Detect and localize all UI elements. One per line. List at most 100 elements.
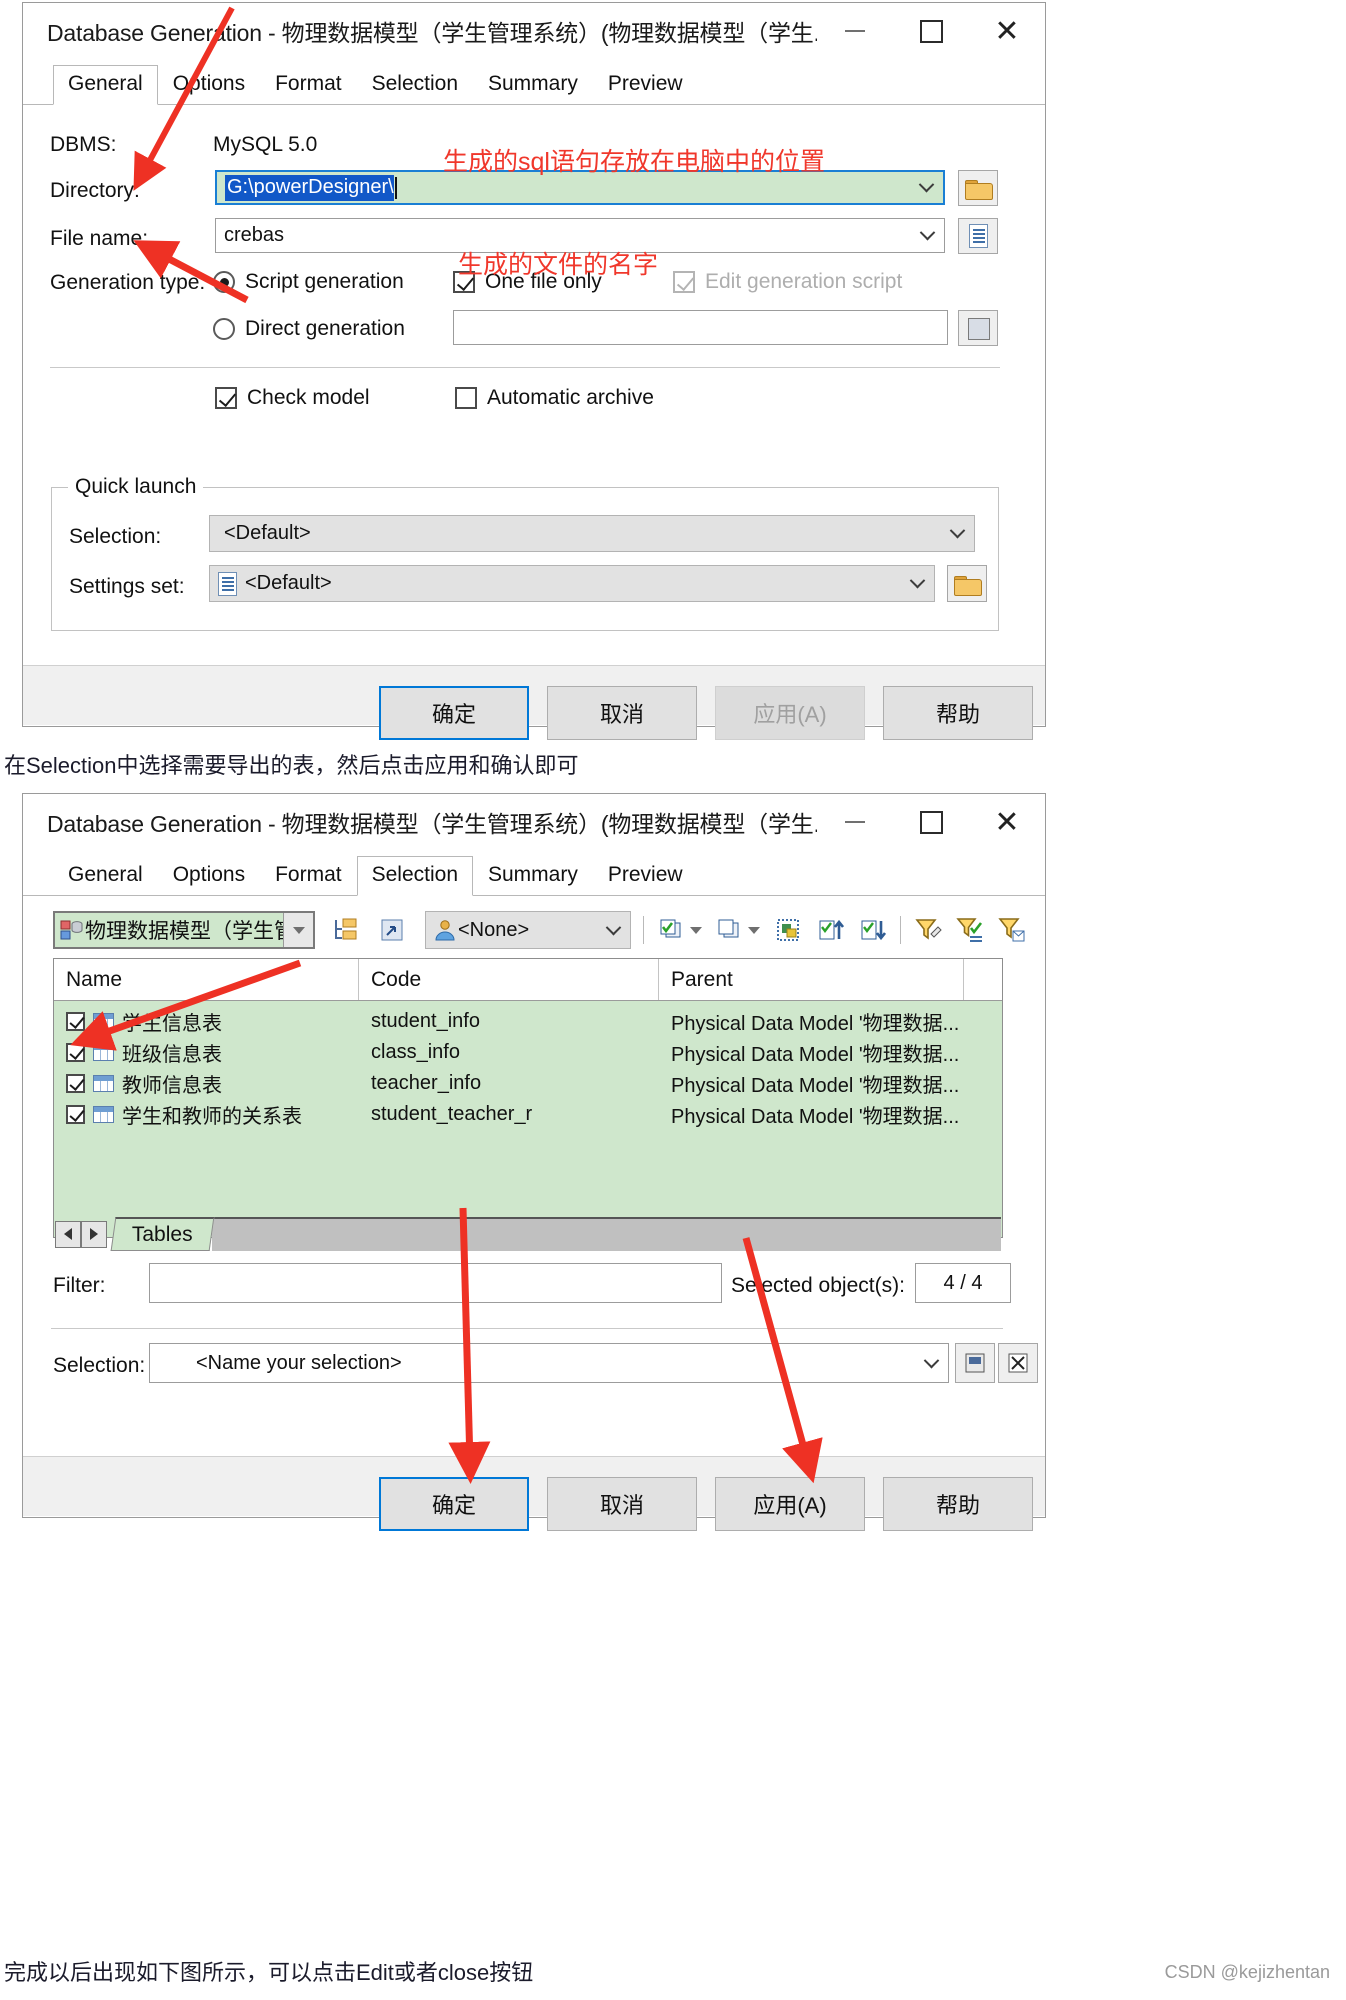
script-generation-radio-row[interactable]: Script generation <box>213 270 404 294</box>
minimize-button[interactable] <box>817 794 893 850</box>
model-combo[interactable]: 物理数据模型（学生管 <box>53 911 315 949</box>
filter-label: Filter: <box>53 1274 106 1297</box>
deselect-all-dropdown-icon[interactable] <box>744 915 764 945</box>
row-code-cell: student_info <box>371 1010 480 1032</box>
row-name: 学生信息表 <box>122 1013 222 1035</box>
cancel-button[interactable]: 取消 <box>547 1477 697 1531</box>
apply-filter-icon[interactable] <box>955 915 985 945</box>
row-checkbox[interactable] <box>66 1074 85 1093</box>
ok-button[interactable]: 确定 <box>379 1477 529 1531</box>
settings-set-icon <box>218 571 237 596</box>
grid-column-name[interactable]: Name <box>54 959 359 1000</box>
divider-1 <box>50 367 1000 368</box>
filename-dropdown-icon[interactable] <box>910 219 944 252</box>
direct-generation-radio-row[interactable]: Direct generation <box>213 317 405 341</box>
selection-name-combo[interactable]: <Name your selection> <box>149 1343 949 1383</box>
script-generation-radio[interactable] <box>213 271 235 293</box>
model-tree-view-icon[interactable] <box>331 915 361 945</box>
tab-summary[interactable]: Summary <box>473 856 593 896</box>
tab-format[interactable]: Format <box>260 856 357 896</box>
quick-launch-selection-value: <Default> <box>224 522 311 544</box>
maximize-button[interactable] <box>893 794 969 850</box>
selection-name-label: Selection: <box>53 1354 146 1377</box>
delete-selection-button[interactable] <box>998 1343 1038 1383</box>
row-checkbox[interactable] <box>66 1043 85 1062</box>
sheet-tab-tables[interactable]: Tables <box>110 1217 215 1251</box>
sheet-prev-button[interactable] <box>55 1220 81 1248</box>
browse-directory-button[interactable] <box>958 170 998 206</box>
automatic-archive-checkbox[interactable] <box>455 387 477 409</box>
user-icon <box>432 915 458 945</box>
ok-button[interactable]: 确定 <box>379 686 529 740</box>
quick-launch-group: Quick launch <box>51 475 999 631</box>
directory-dropdown-icon[interactable] <box>909 172 943 203</box>
help-button[interactable]: 帮助 <box>883 686 1033 740</box>
clear-filter-icon[interactable] <box>997 915 1027 945</box>
model-combo-value: 物理数据模型（学生管 <box>85 920 295 943</box>
tab-options[interactable]: Options <box>158 65 260 105</box>
select-all-icon[interactable] <box>656 915 686 945</box>
table-row[interactable]: 班级信息表 class_info Physical Data Model '物理… <box>54 1037 1002 1068</box>
tab-preview[interactable]: Preview <box>593 65 698 105</box>
dialog1-footer: 确定 取消 应用(A) 帮助 <box>23 665 1045 740</box>
tab-preview[interactable]: Preview <box>593 856 698 896</box>
direct-generation-input[interactable] <box>453 310 948 345</box>
grid-column-parent[interactable]: Parent <box>659 959 964 1000</box>
deselect-all-icon[interactable] <box>714 915 744 945</box>
close-icon[interactable]: ✕ <box>969 794 1045 850</box>
close-icon[interactable]: ✕ <box>969 3 1045 59</box>
tab-options[interactable]: Options <box>158 856 260 896</box>
tab-general[interactable]: General <box>53 65 158 105</box>
table-row[interactable]: 学生和教师的关系表 student_teacher_r Physical Dat… <box>54 1099 1002 1130</box>
direct-generation-browse-button[interactable] <box>958 310 998 346</box>
check-model-row[interactable]: Check model <box>215 386 370 410</box>
open-model-icon[interactable] <box>377 915 407 945</box>
table-icon <box>93 1013 114 1030</box>
filter-icon[interactable] <box>913 915 943 945</box>
help-button[interactable]: 帮助 <box>883 1477 1033 1531</box>
quick-launch-selection-dropdown-icon[interactable] <box>940 516 974 551</box>
save-selection-button[interactable] <box>955 1343 995 1383</box>
automatic-archive-row[interactable]: Automatic archive <box>455 386 654 410</box>
model-combo-dropdown-icon[interactable] <box>283 913 313 947</box>
row-checkbox[interactable] <box>66 1012 85 1031</box>
invert-selection-icon[interactable] <box>774 915 804 945</box>
tab-summary[interactable]: Summary <box>473 65 593 105</box>
generation-type-label: Generation type: <box>50 271 206 294</box>
divider-2 <box>51 1328 1003 1329</box>
cancel-button[interactable]: 取消 <box>547 686 697 740</box>
table-row[interactable]: 学生信息表 student_info Physical Data Model '… <box>54 1006 1002 1037</box>
tab-selection[interactable]: Selection <box>356 856 473 896</box>
quick-launch-settings-combo[interactable]: <Default> <box>209 565 935 602</box>
user-combo[interactable]: <None> <box>425 911 631 949</box>
check-model-checkbox[interactable] <box>215 387 237 409</box>
selection-name-dropdown-icon[interactable] <box>914 1344 948 1382</box>
selected-objects-count: 4 / 4 <box>915 1263 1011 1303</box>
grid-column-code[interactable]: Code <box>359 959 659 1000</box>
tab-general[interactable]: General <box>53 856 158 896</box>
row-checkbox[interactable] <box>66 1105 85 1124</box>
filter-input[interactable] <box>149 1263 722 1303</box>
text-caret <box>394 176 397 199</box>
tab-format[interactable]: Format <box>260 65 357 105</box>
sort-selection-icon[interactable] <box>858 915 888 945</box>
table-row[interactable]: 教师信息表 teacher_info Physical Data Model '… <box>54 1068 1002 1099</box>
row-parent-cell: Physical Data Model '物理数据... <box>671 1013 960 1035</box>
quick-launch-selection-combo[interactable]: <Default> <box>209 515 975 552</box>
select-from-list-icon[interactable] <box>816 915 846 945</box>
select-all-dropdown-icon[interactable] <box>686 915 706 945</box>
apply-button[interactable]: 应用(A) <box>715 1477 865 1531</box>
dialog2-titlebar[interactable]: Database Generation - 物理数据模型（学生管理系统）(物理数… <box>23 794 1045 850</box>
quick-launch-settings-browse-button[interactable] <box>947 565 987 602</box>
quick-launch-settings-label: Settings set: <box>69 575 185 598</box>
direct-generation-radio[interactable] <box>213 318 235 340</box>
object-selection-grid[interactable]: Name Code Parent 学生信息表 student_info Phys… <box>53 958 1003 1238</box>
user-combo-dropdown-icon[interactable] <box>596 912 630 948</box>
tab-selection[interactable]: Selection <box>357 65 473 105</box>
dialog1-titlebar[interactable]: Database Generation - 物理数据模型（学生管理系统）(物理数… <box>23 3 1045 59</box>
minimize-button[interactable] <box>817 3 893 59</box>
sheet-next-button[interactable] <box>81 1220 107 1248</box>
browse-filename-button[interactable] <box>958 218 998 254</box>
maximize-button[interactable] <box>893 3 969 59</box>
quick-launch-settings-dropdown-icon[interactable] <box>900 566 934 601</box>
